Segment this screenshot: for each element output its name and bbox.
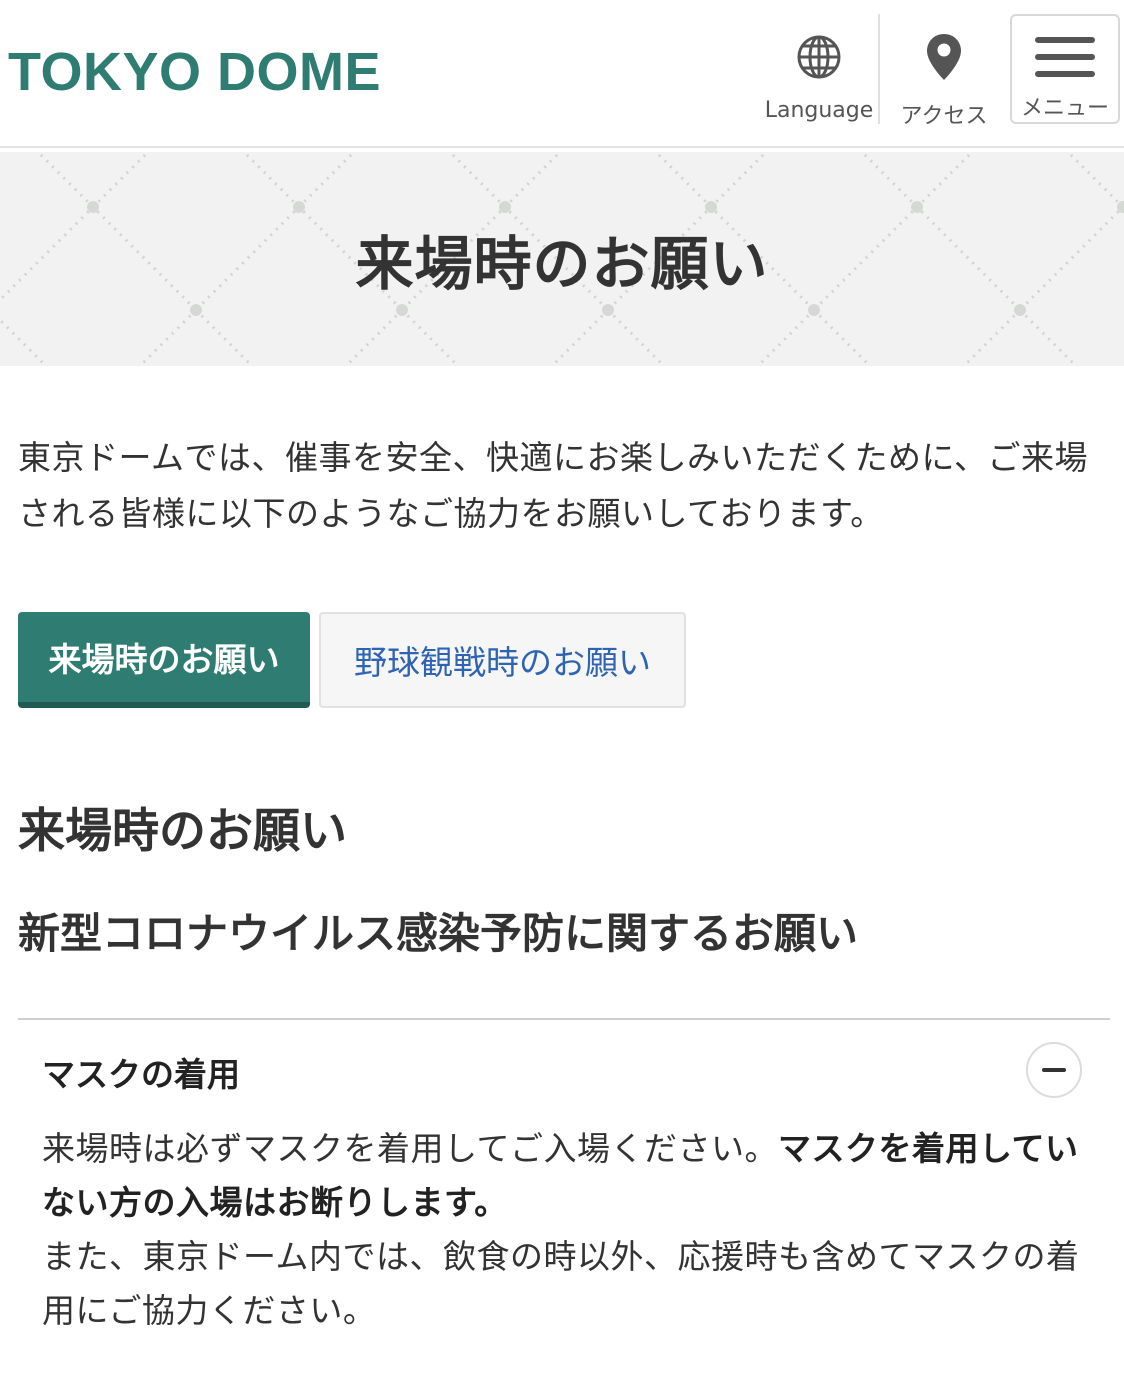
- hero-title: 来場時のお願い: [355, 230, 769, 298]
- menu-label: メニュー: [1020, 96, 1109, 121]
- accordion-title-mask[interactable]: マスクの着用: [42, 1048, 240, 1096]
- site-logo[interactable]: TOKYO DOME: [8, 40, 381, 104]
- accordion-body: 来場時は必ずマスクを着用してご入場ください。マスクを着用していない方の入場はお断…: [42, 1122, 1092, 1338]
- language-label: Language: [764, 98, 874, 123]
- globe-icon: [795, 32, 843, 82]
- section-heading: 来場時のお願い: [18, 804, 347, 859]
- accordion-divider: [18, 1018, 1110, 1020]
- mask-inside-text: また、東京ドーム内では、飲食の時以外、応援時も含めてマスクの着用にご協力ください…: [42, 1237, 1080, 1330]
- tab-baseball-requests[interactable]: 野球観戦時のお願い: [319, 612, 686, 708]
- map-pin-icon: [925, 32, 963, 82]
- access-button[interactable]: アクセス: [884, 16, 1004, 129]
- covid-subheading: 新型コロナウイルス感染予防に関するお願い: [18, 909, 859, 958]
- page-hero: 来場時のお願い: [0, 152, 1124, 366]
- minus-icon: [1042, 1068, 1066, 1072]
- menu-button[interactable]: メニュー: [1010, 14, 1120, 124]
- access-label: アクセス: [900, 104, 988, 129]
- site-header: TOKYO DOME Language アクセス メニュー: [0, 0, 1124, 148]
- tab-visit-requests[interactable]: 来場時のお願い: [18, 612, 310, 708]
- intro-text: 東京ドームでは、催事を安全、快適にお楽しみいただくために、ご来場される皆様に以下…: [18, 438, 1089, 533]
- accordion-toggle-button[interactable]: [1026, 1042, 1082, 1098]
- language-button[interactable]: Language: [760, 16, 878, 126]
- mask-instruction-text: 来場時は必ずマスクを着用してご入場ください。: [42, 1129, 779, 1168]
- header-divider: [878, 14, 880, 124]
- hamburger-icon: [1035, 36, 1095, 78]
